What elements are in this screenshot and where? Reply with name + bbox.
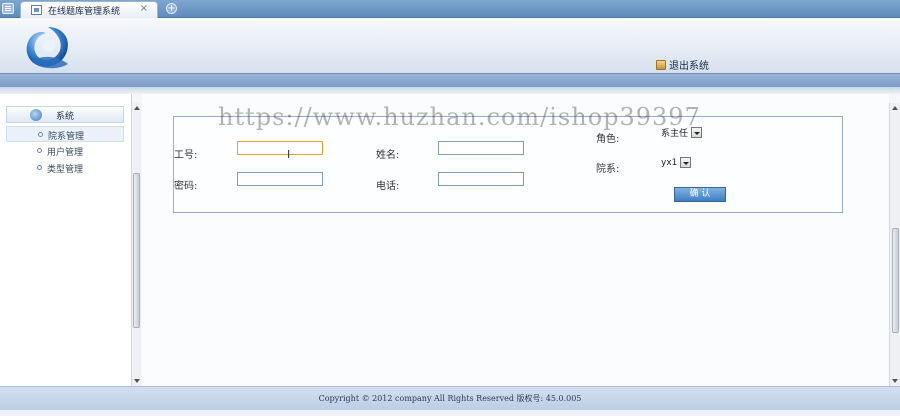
copyright-text: Copyright © 2012 company All Rights Rese… [318,394,582,403]
scroll-up-icon[interactable] [892,106,898,110]
scrollbar-thumb[interactable] [892,228,899,333]
scrollbar-thumb[interactable] [133,173,140,328]
chevron-down-icon[interactable] [691,127,703,138]
password-label: 密码: [174,181,198,192]
sidebar-section-label: 系统 [56,112,75,122]
phone-input[interactable] [438,172,524,186]
name-input[interactable] [438,141,524,155]
tab-strip: 在线题库管理系统 × + [0,0,900,18]
scroll-down-icon[interactable] [134,379,140,383]
text-cursor-icon: I [287,148,291,161]
sidebar: 系统 院系管理 用户管理 类型管理 [0,94,132,386]
bullet-icon [38,132,43,137]
header-band-shadow [0,87,900,94]
sidebar-section-system[interactable]: 系统 [6,106,124,123]
add-tab-icon[interactable]: + [166,3,177,14]
window-icon [31,5,42,15]
sidebar-item-label: 用户管理 [47,148,84,158]
scroll-down-icon[interactable] [892,379,898,383]
sidebar-item-users[interactable]: 用户管理 [6,143,124,159]
name-label: 姓名: [376,150,400,161]
role-label: 角色: [596,134,620,145]
tab-label: 在线题库管理系统 [48,7,121,17]
job-no-input[interactable] [237,141,323,155]
dept-select[interactable]: yx1 [661,156,692,169]
role-select-value: 系主任 [661,129,689,139]
logout-button[interactable]: 退出系统 [656,57,709,72]
sidebar-scrollbar[interactable] [131,103,141,386]
phone-label: 电话: [376,181,400,192]
tab-question-bank[interactable]: 在线题库管理系统 × [20,1,158,18]
chevron-down-icon[interactable] [680,157,692,168]
sidebar-item-types[interactable]: 类型管理 [6,160,124,176]
status-bar [0,410,900,416]
role-select[interactable]: 系主任 [661,126,703,139]
footer: Copyright © 2012 company All Rights Rese… [0,386,900,410]
confirm-button[interactable]: 确 认 [674,187,726,202]
close-icon[interactable]: × [140,3,148,14]
main-scrollbar[interactable] [889,103,900,386]
logo-icon [26,27,68,69]
sidebar-item-label: 类型管理 [47,165,84,175]
bullet-icon [37,165,42,170]
system-icon [30,109,42,121]
password-input[interactable] [237,172,323,186]
sidebar-item-label: 院系管理 [48,132,85,142]
dept-label: 院系: [596,164,620,175]
scroll-up-icon[interactable] [134,106,140,110]
logout-label: 退出系统 [669,61,709,72]
job-no-label: 工号: [174,150,198,161]
main-content: 工号: 姓名: 密码: 电话: 角色: 系主任 院系: yx1 确 认 [142,94,889,386]
app-header: 退出系统 [0,19,900,73]
sidebar-item-departments[interactable]: 院系管理 [6,126,124,142]
logout-icon [656,59,666,70]
dept-select-value: yx1 [661,157,678,168]
menu-icon[interactable] [2,3,14,14]
bullet-icon [37,148,42,153]
header-band [0,73,900,87]
add-user-form: 工号: 姓名: 密码: 电话: 角色: 系主任 院系: yx1 确 认 [173,116,843,213]
